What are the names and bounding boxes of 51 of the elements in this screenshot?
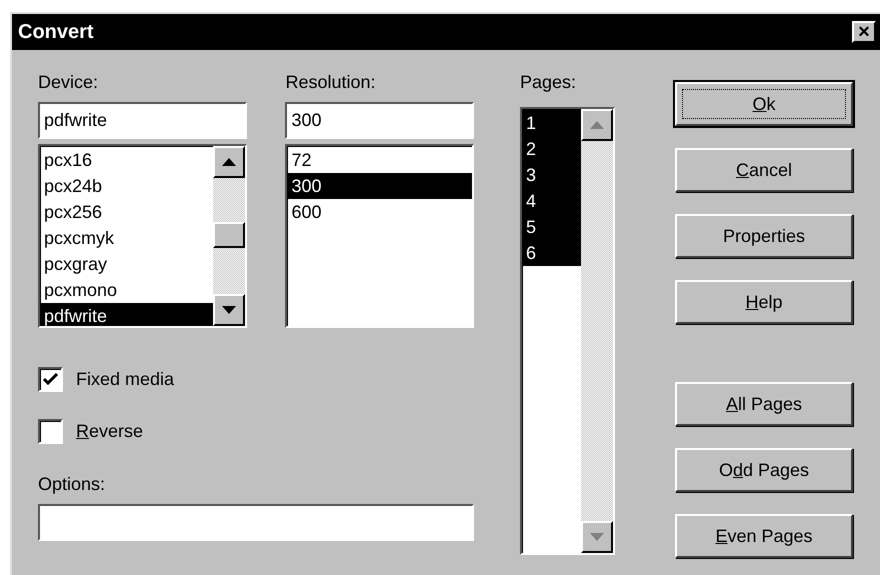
dialog-button[interactable]: Properties: [675, 214, 853, 258]
window-title: Convert: [18, 20, 94, 44]
resolution-field[interactable]: 300: [285, 102, 474, 139]
list-box[interactable]: 72 300 600: [285, 144, 474, 328]
list-item[interactable]: 1: [522, 110, 581, 136]
checkbox-label[interactable]: Fixed media: [76, 368, 174, 390]
list-item[interactable]: 6: [522, 240, 581, 266]
scroll-down-button[interactable]: [213, 294, 246, 326]
list-box[interactable]: 1 2 3 4 5 6: [520, 107, 615, 555]
check-icon: [43, 372, 58, 386]
scroll-up-button[interactable]: [213, 146, 246, 178]
list-item[interactable]: pcx16: [40, 147, 214, 173]
checkbox[interactable]: [38, 366, 63, 392]
list-item[interactable]: 2: [522, 136, 581, 162]
scrollbar[interactable]: [581, 109, 613, 553]
down-arrow-icon: [222, 306, 236, 314]
scroll-down-button[interactable]: [581, 521, 613, 553]
field-label: Pages:: [520, 71, 578, 94]
field-label: Device:: [38, 71, 100, 94]
checkbox[interactable]: [38, 418, 63, 444]
up-arrow-icon: [590, 121, 604, 129]
close-button[interactable]: ×: [852, 21, 876, 43]
field-label: Options:: [38, 473, 106, 496]
page-select-button[interactable]: Even Pages: [675, 514, 853, 558]
list-item[interactable]: 3: [522, 162, 581, 188]
scrollbar[interactable]: [213, 146, 246, 326]
list-item[interactable]: 300: [287, 173, 472, 199]
list-item[interactable]: pcx256: [40, 199, 214, 225]
device-field[interactable]: pdfwrite: [38, 102, 248, 139]
checkbox-label[interactable]: Reverse: [76, 420, 144, 442]
scroll-thumb[interactable]: [213, 222, 246, 248]
list-item[interactable]: 4: [522, 188, 581, 214]
down-arrow-icon: [590, 533, 604, 541]
list-box[interactable]: pcx16 pcx24b pcx256 pcxcmyk pcxgray pcxmono pdfwrite: [38, 144, 248, 328]
options-field[interactable]: [38, 504, 474, 541]
list-item[interactable]: pcxmono: [40, 277, 214, 303]
list-item[interactable]: 72: [287, 147, 472, 173]
list-item[interactable]: pcx24b: [40, 173, 214, 199]
dialog-button[interactable]: Ok: [675, 82, 853, 126]
field-label: Resolution:: [285, 71, 377, 94]
page-select-button[interactable]: Odd Pages: [675, 448, 853, 492]
scroll-up-button[interactable]: [581, 109, 613, 141]
list-item[interactable]: pcxgray: [40, 251, 214, 277]
list-item[interactable]: pcxcmyk: [40, 225, 214, 251]
list-item[interactable]: 5: [522, 214, 581, 240]
list-item[interactable]: 600: [287, 199, 472, 225]
dialog-button[interactable]: Cancel: [675, 148, 853, 192]
page-select-button[interactable]: All Pages: [675, 382, 853, 426]
dialog-button[interactable]: Help: [675, 280, 853, 324]
up-arrow-icon: [222, 158, 236, 166]
list-item[interactable]: pdfwrite: [40, 303, 214, 326]
